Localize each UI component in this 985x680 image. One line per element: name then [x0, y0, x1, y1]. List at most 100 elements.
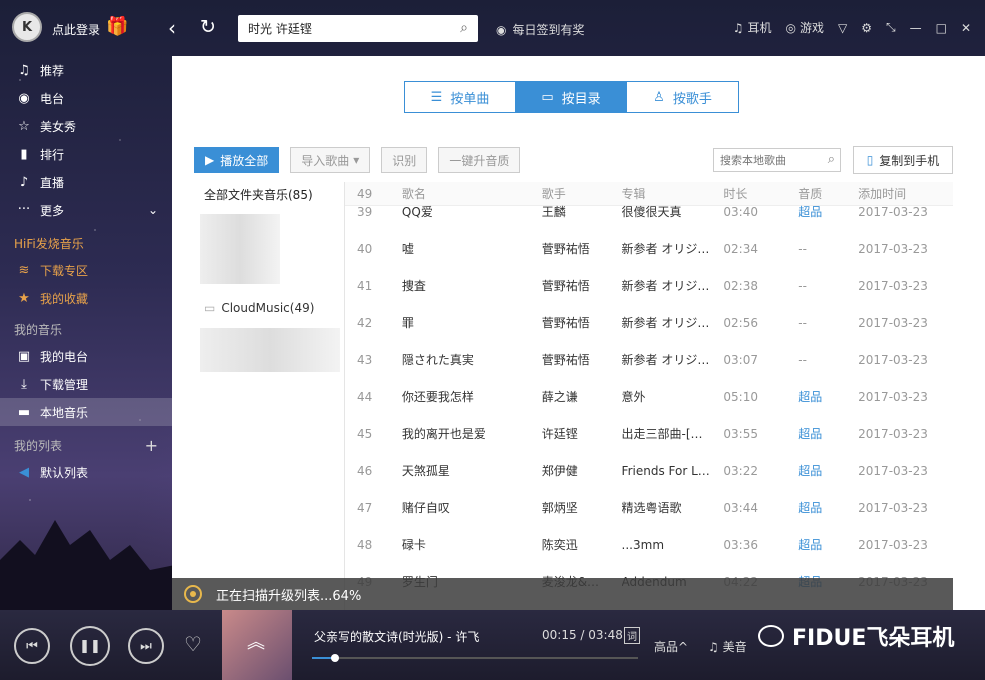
play-all-label: 播放全部: [220, 153, 269, 168]
back-icon[interactable]: ‹: [168, 16, 176, 40]
song-artist[interactable]: 郭炳坚: [542, 499, 622, 516]
song-name: 天煞孤星: [401, 464, 450, 478]
sidebar-item-local-music[interactable]: ▬ 本地音乐: [0, 398, 172, 426]
song-album[interactable]: 意外: [622, 388, 724, 405]
sidebar-item-live[interactable]: ♪ 直播: [0, 168, 172, 196]
play-all-button[interactable]: ▶ 播放全部: [194, 147, 280, 173]
tab-by-folder[interactable]: ▭ 按目录: [516, 82, 627, 112]
copy-to-phone-button[interactable]: ▯ 复制到手机: [853, 146, 953, 174]
sidebar-item-download-manager[interactable]: ⤓ 下载管理: [0, 370, 172, 398]
local-search-box[interactable]: ⌕: [713, 148, 841, 172]
heart-icon[interactable]: ♡: [184, 632, 202, 656]
table-row[interactable]: 45 我的离开也是爱 许廷铿 出走三部曲-[… 03:55 超品 2017-03-23: [345, 415, 953, 452]
sidebar-item-download-zone[interactable]: ≋ 下载专区: [0, 256, 172, 284]
copy-label: 复制到手机: [879, 153, 940, 168]
effect-label: 美音: [722, 640, 747, 654]
song-artist[interactable]: 许廷铿: [542, 425, 622, 442]
add-icon[interactable]: +: [145, 436, 158, 455]
header-duration[interactable]: 时长: [723, 185, 798, 202]
progress-knob[interactable]: [330, 654, 339, 662]
search-icon[interactable]: ⌕: [460, 20, 468, 36]
progress-bar[interactable]: [312, 654, 638, 662]
skin-icon[interactable]: ▽: [838, 21, 847, 35]
mylist-section-title: 我的列表 +: [0, 432, 172, 458]
song-added-date: 2017-03-23: [858, 278, 928, 293]
search-box[interactable]: ⌕: [238, 15, 478, 42]
gift-icon[interactable]: 🎁: [106, 16, 128, 37]
sidebar-item-beauty-show[interactable]: ☆ 美女秀: [0, 112, 172, 140]
close-icon[interactable]: ✕: [961, 21, 971, 35]
song-album[interactable]: 很傻很天真: [622, 203, 724, 220]
local-search-input[interactable]: [720, 153, 820, 167]
daily-checkin[interactable]: ◉ 每日签到有奖: [496, 21, 585, 38]
previous-button[interactable]: ⏮: [14, 628, 50, 664]
login-link[interactable]: 点此登录: [52, 21, 100, 38]
table-row[interactable]: 44 你还要我怎样 薛之谦 意外 05:10 超品 2017-03-23: [345, 378, 953, 415]
song-album[interactable]: 新参者 オリジ…: [622, 277, 724, 294]
tab-by-artist[interactable]: ♙ 按歌手: [627, 82, 738, 112]
song-album[interactable]: ...3mm: [622, 538, 724, 552]
song-album[interactable]: 新参者 オリジ…: [622, 314, 724, 331]
sidebar-item-label: 我的收藏: [40, 291, 89, 306]
song-album[interactable]: 精选粤语歌: [622, 499, 724, 516]
album-cover[interactable]: ︽: [222, 610, 292, 680]
sidebar-item-my-radio[interactable]: ▣ 我的电台: [0, 342, 172, 370]
song-artist[interactable]: 菅野祐悟: [542, 240, 622, 257]
search-input[interactable]: [248, 21, 448, 36]
song-artist[interactable]: 郑伊健: [542, 462, 622, 479]
settings-icon[interactable]: ⚙: [861, 21, 872, 35]
folder-all-music[interactable]: 全部文件夹音乐(85): [194, 182, 344, 206]
table-row[interactable]: 43 隠された真実 菅野祐悟 新参者 オリジ… 03:07 -- 2017-03-23: [345, 341, 953, 378]
sidebar-item-more[interactable]: ··· 更多 ⌄: [0, 196, 172, 224]
song-album[interactable]: 新参者 オリジ…: [622, 351, 724, 368]
identify-button[interactable]: 识别: [381, 147, 428, 173]
next-button[interactable]: ⏭: [128, 628, 164, 664]
song-artist[interactable]: 陈奕迅: [542, 536, 622, 553]
song-artist[interactable]: 菅野祐悟: [542, 351, 622, 368]
search-icon[interactable]: ⌕: [828, 152, 835, 167]
song-album[interactable]: 出走三部曲-[…: [622, 425, 724, 442]
table-row[interactable]: 42 罪 菅野祐悟 新参者 オリジ… 02:56 -- 2017-03-23: [345, 304, 953, 341]
song-album[interactable]: 新参者 オリジ…: [622, 240, 724, 257]
header-album[interactable]: 专辑: [622, 185, 724, 202]
sidebar-item-recommend[interactable]: ♫ 推荐: [0, 56, 172, 84]
header-name[interactable]: 歌名: [402, 185, 542, 202]
table-row[interactable]: 41 捜査 菅野祐悟 新参者 オリジ… 02:38 -- 2017-03-23: [345, 267, 953, 304]
folder-icon: ▭: [204, 301, 216, 315]
sidebar-item-radio[interactable]: ◉ 电台: [0, 84, 172, 112]
import-songs-button[interactable]: 导入歌曲 ▾: [290, 147, 371, 173]
app-logo[interactable]: K: [12, 12, 42, 42]
maximize-icon[interactable]: □: [936, 21, 947, 35]
header-added[interactable]: 添加时间: [858, 185, 953, 202]
song-artist[interactable]: 王麟: [542, 203, 622, 220]
table-row[interactable]: 47 赌仔自叹 郭炳坚 精选粤语歌 03:44 超品 2017-03-23: [345, 489, 953, 526]
sidebar-item-label: 排行: [40, 147, 65, 162]
table-row[interactable]: 48 碌卡 陈奕迅 ...3mm 03:36 超品 2017-03-23: [345, 526, 953, 563]
header-quality[interactable]: 音质: [798, 185, 858, 202]
header-artist[interactable]: 歌手: [542, 185, 622, 202]
game-button[interactable]: ◎ 游戏: [785, 19, 824, 36]
sound-effect-button[interactable]: ♫ 美音: [708, 638, 747, 655]
song-artist[interactable]: 菅野祐悟: [542, 277, 622, 294]
refresh-icon[interactable]: ↻: [200, 16, 216, 38]
table-row[interactable]: 46 天煞孤星 郑伊健 Friends For L… 03:22 超品 2017-03-23: [345, 452, 953, 489]
song-name: 捜査: [401, 279, 426, 293]
sidebar-item-ranking[interactable]: ▮ 排行: [0, 140, 172, 168]
pause-button[interactable]: ❚❚: [70, 626, 110, 666]
song-artist[interactable]: 菅野祐悟: [542, 314, 622, 331]
minimize-icon[interactable]: —: [910, 21, 922, 35]
quality-selector[interactable]: 高品^: [654, 638, 688, 655]
next-icon: ⏭: [140, 638, 152, 654]
table-row[interactable]: 40 嘘 菅野祐悟 新参者 オリジ… 02:34 -- 2017-03-23: [345, 230, 953, 267]
lyrics-button[interactable]: 词: [624, 627, 640, 644]
sidebar-item-default-list[interactable]: ◀ 默认列表: [0, 458, 172, 486]
song-artist[interactable]: 薛之谦: [542, 388, 622, 405]
earphone-button[interactable]: ♫ 耳机: [733, 19, 772, 36]
tab-by-song[interactable]: ☰ 按单曲: [405, 82, 516, 112]
sidebar-item-my-favorites[interactable]: ★ 我的收藏: [0, 284, 172, 312]
wechat-icon: [758, 625, 784, 647]
upgrade-quality-button[interactable]: 一键升音质: [438, 147, 521, 173]
folder-cloudmusic[interactable]: ▭ CloudMusic(49): [194, 296, 344, 320]
song-album[interactable]: Friends For L…: [622, 464, 724, 478]
mini-mode-icon[interactable]: ⤡: [886, 20, 896, 35]
